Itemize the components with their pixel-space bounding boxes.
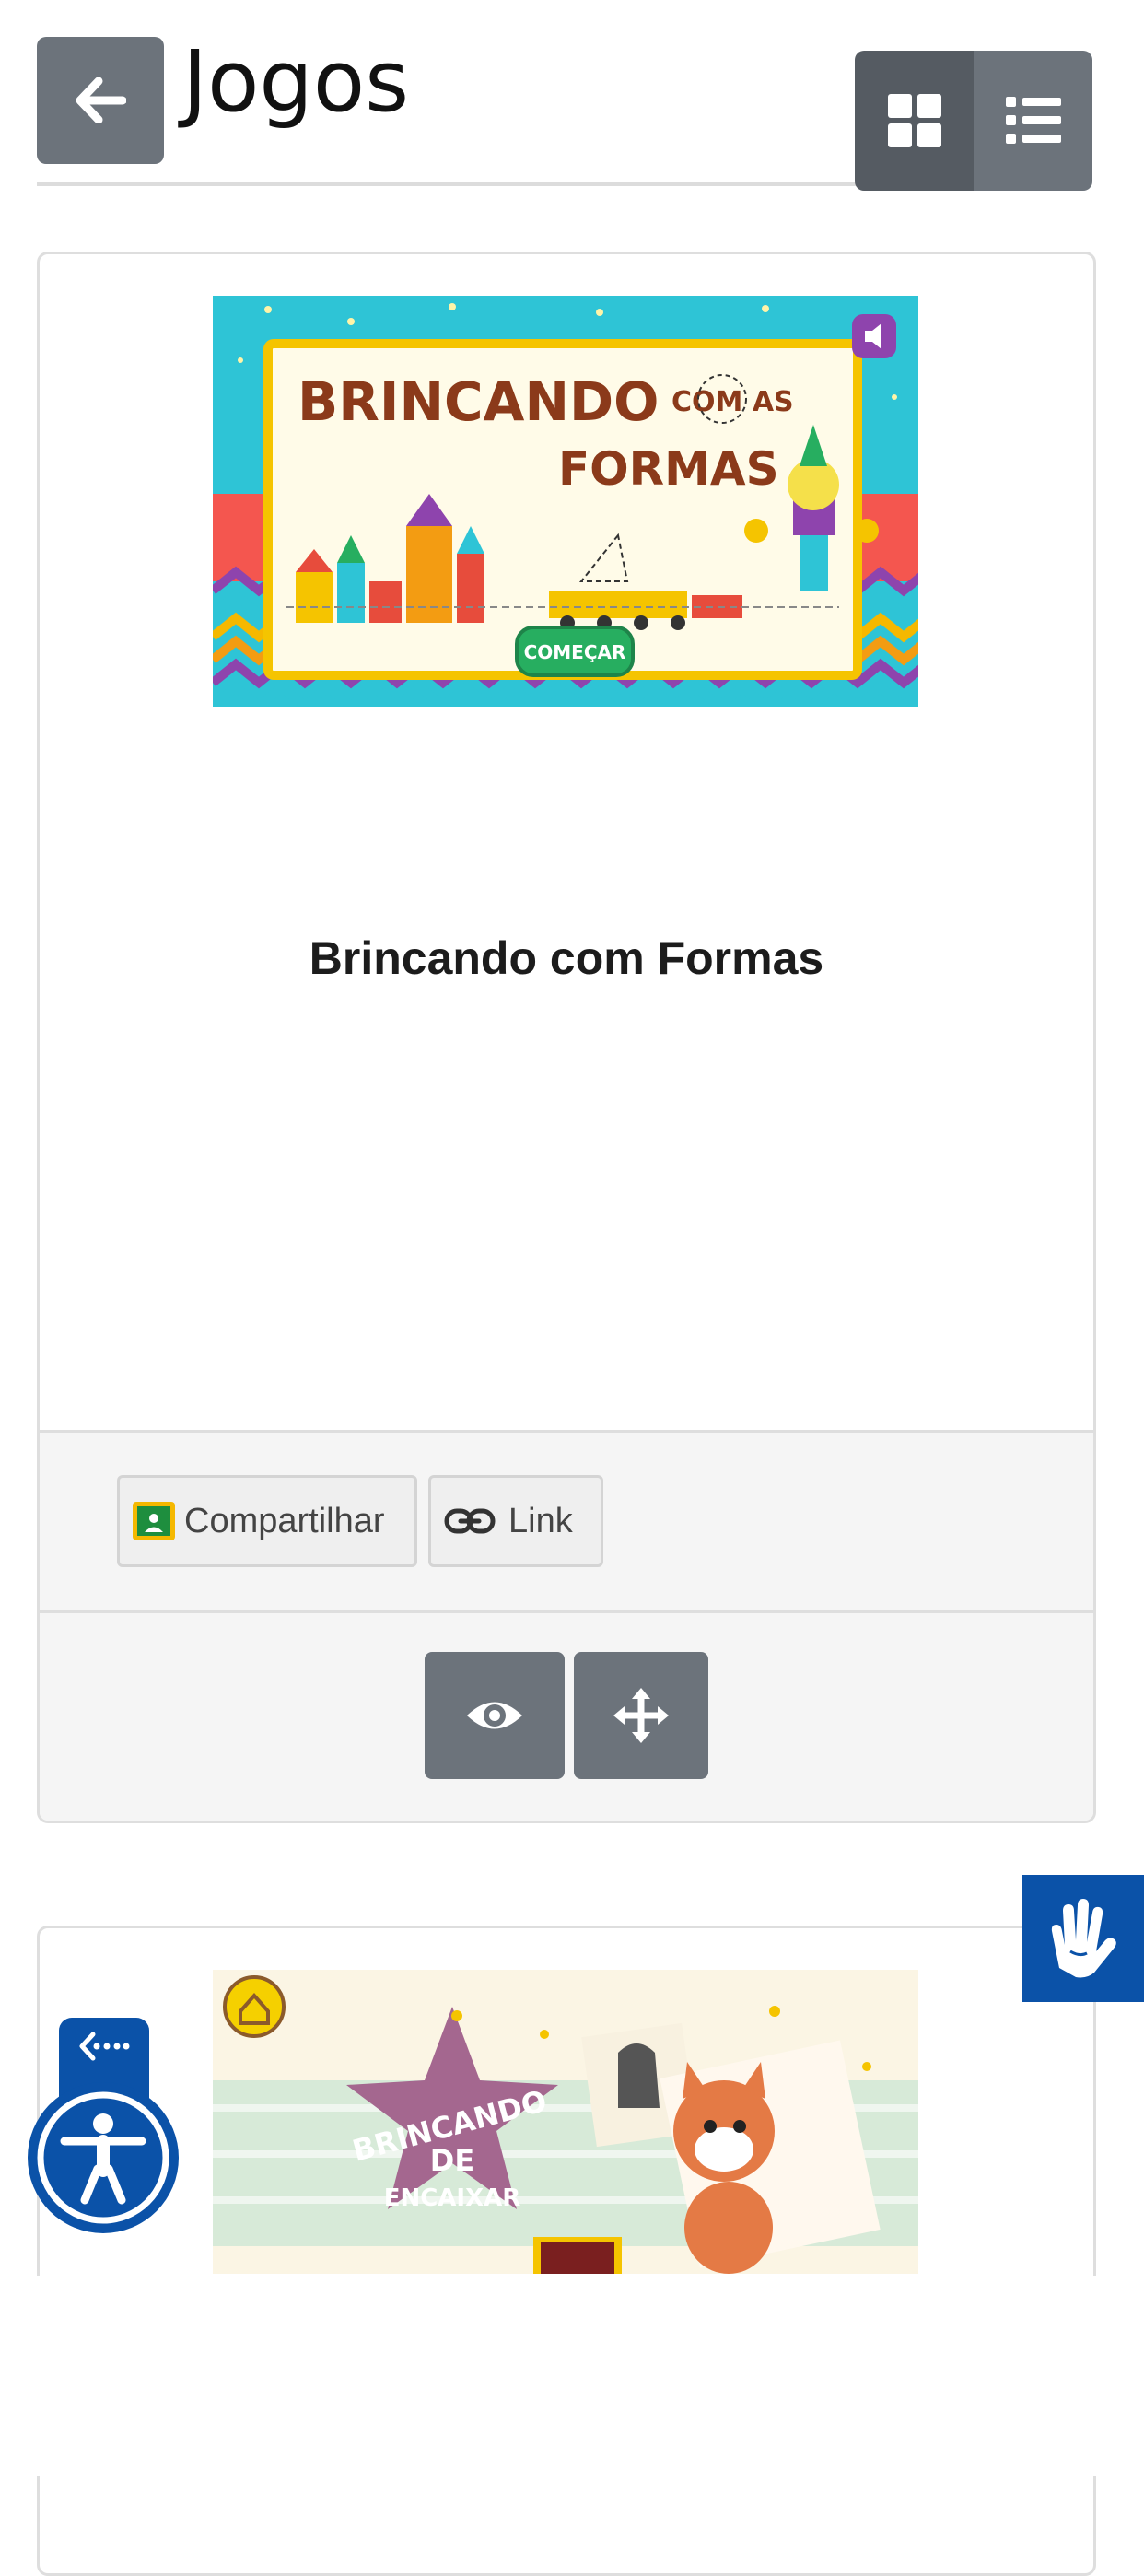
share-classroom-button[interactable]: Compartilhar: [117, 1475, 417, 1567]
bottom-blank-area: [0, 2276, 1144, 2476]
game-thumbnail-image: BRINCANDO DE ENCAIXAR: [213, 1970, 918, 2274]
list-view-button[interactable]: [974, 51, 1092, 191]
title-divider: [37, 182, 857, 186]
grid-view-button[interactable]: [855, 51, 974, 191]
eye-icon: [467, 1702, 522, 1729]
thumbnail-line3: FORMAS: [558, 442, 779, 496]
game-card: BRINCANDO DE ENCAIXAR: [37, 1926, 1096, 2576]
thumbnail-line1: BRINCANDO: [298, 370, 659, 433]
game-thumbnail[interactable]: BRINCANDO DE ENCAIXAR: [213, 1970, 918, 2274]
view-game-button[interactable]: [425, 1652, 565, 1779]
copy-link-label: Link: [508, 1501, 573, 1540]
share-classroom-label: Compartilhar: [184, 1501, 385, 1540]
link-icon: [444, 1508, 496, 1534]
move-game-button[interactable]: [574, 1652, 708, 1779]
page-title: Jogos: [182, 32, 410, 131]
accessibility-menu-button[interactable]: [28, 2082, 179, 2233]
game-title[interactable]: Brincando com Formas: [40, 931, 1093, 985]
game-card: BRINCANDO COM AS FORMAS COMEÇAR Brincand…: [37, 252, 1096, 1823]
google-classroom-icon: [133, 1502, 175, 1540]
back-button[interactable]: [37, 37, 164, 164]
list-icon: [1005, 97, 1061, 144]
move-icon: [613, 1688, 669, 1743]
actions-footer: [40, 1610, 1093, 1821]
thumbnail2-line2: DE: [430, 2143, 474, 2178]
thumbnail2-line3: ENCAIXAR: [384, 2184, 521, 2212]
accessibility-person-icon: [37, 2091, 169, 2224]
game-thumbnail[interactable]: BRINCANDO COM AS FORMAS COMEÇAR: [213, 296, 918, 707]
copy-link-button[interactable]: Link: [428, 1475, 603, 1567]
share-footer: Compartilhar Link: [40, 1430, 1093, 1613]
sign-language-hands-icon: [1051, 1899, 1116, 1978]
libras-sign-language-button[interactable]: [1022, 1875, 1144, 2002]
view-toggle: [855, 51, 1092, 191]
game-thumbnail-image: BRINCANDO COM AS FORMAS COMEÇAR: [213, 296, 918, 707]
thumbnail-line2: COM AS: [671, 386, 794, 418]
grid-icon: [887, 94, 941, 147]
dotted-arrow-left-icon: [79, 2032, 130, 2061]
thumbnail-start-label: COMEÇAR: [524, 641, 626, 663]
arrow-left-icon: [76, 77, 126, 123]
